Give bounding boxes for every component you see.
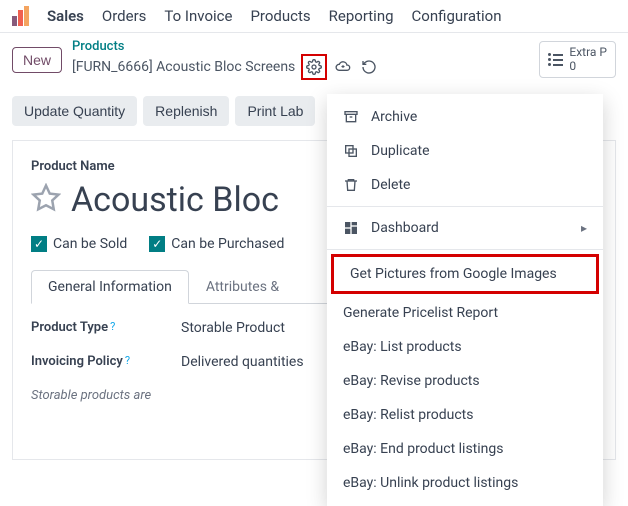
top-nav: Sales Orders To Invoice Products Reporti… [0,0,628,33]
new-button[interactable]: New [12,47,62,73]
tab-attributes[interactable]: Attributes & [189,270,296,304]
menu-get-pictures-google[interactable]: Get Pictures from Google Images [334,257,596,291]
list-icon [548,53,563,66]
nav-configuration[interactable]: Configuration [412,7,502,25]
help-icon[interactable]: ? [125,354,130,367]
product-type-label: Product Type? [31,320,171,336]
help-text: Storable products are [31,388,151,403]
app-icon [12,6,29,26]
menu-ebay-revise[interactable]: eBay: Revise products [327,364,603,398]
nav-reporting[interactable]: Reporting [329,7,394,25]
trash-icon [343,177,361,193]
gear-highlight [301,54,327,80]
menu-archive[interactable]: Archive [327,100,603,134]
nav-to-invoice[interactable]: To Invoice [164,7,232,25]
check-icon: ✓ [149,236,165,252]
nav-products[interactable]: Products [250,7,310,25]
gear-dropdown: Archive Duplicate Delete Dashboard ▸ Get… [327,94,603,506]
replenish-button[interactable]: Replenish [143,96,229,126]
menu-generate-pricelist[interactable]: Generate Pricelist Report [327,296,603,330]
undo-icon[interactable] [359,57,379,77]
print-labels-button[interactable]: Print Lab [235,96,315,126]
record-title: [FURN_6666] Acoustic Bloc Screens [72,59,295,75]
cloud-upload-icon[interactable] [333,57,353,77]
check-icon: ✓ [31,236,47,252]
nav-sales[interactable]: Sales [47,7,84,25]
can-be-purchased-checkbox[interactable]: ✓ Can be Purchased [149,236,284,252]
gear-icon[interactable] [304,57,324,77]
highlight-box: Get Pictures from Google Images [331,254,599,294]
menu-duplicate[interactable]: Duplicate [327,134,603,168]
help-icon[interactable]: ? [110,320,115,333]
subheader: New Products [FURN_6666] Acoustic Bloc S… [0,33,628,82]
invoicing-policy-label: Invoicing Policy? [31,354,171,370]
extra-count: 0 [569,60,607,73]
menu-ebay-relist[interactable]: eBay: Relist products [327,398,603,432]
product-name-value[interactable]: Acoustic Bloc [71,180,279,220]
extra-prices-button[interactable]: Extra P 0 [539,41,616,77]
tab-general-information[interactable]: General Information [31,270,189,304]
breadcrumb-products[interactable]: Products [72,39,379,54]
duplicate-icon [343,143,361,159]
favorite-star-icon[interactable] [31,183,61,217]
menu-ebay-list[interactable]: eBay: List products [327,330,603,364]
can-be-sold-checkbox[interactable]: ✓ Can be Sold [31,236,127,252]
extra-label: Extra P [569,46,607,59]
menu-ebay-end[interactable]: eBay: End product listings [327,432,603,466]
nav-orders[interactable]: Orders [102,7,147,25]
update-quantity-button[interactable]: Update Quantity [12,96,137,126]
menu-ebay-unlink[interactable]: eBay: Unlink product listings [327,466,603,500]
dashboard-icon [343,220,361,236]
archive-icon [343,109,361,125]
menu-dashboard[interactable]: Dashboard ▸ [327,211,603,245]
chevron-right-icon: ▸ [581,221,587,235]
menu-delete[interactable]: Delete [327,168,603,202]
